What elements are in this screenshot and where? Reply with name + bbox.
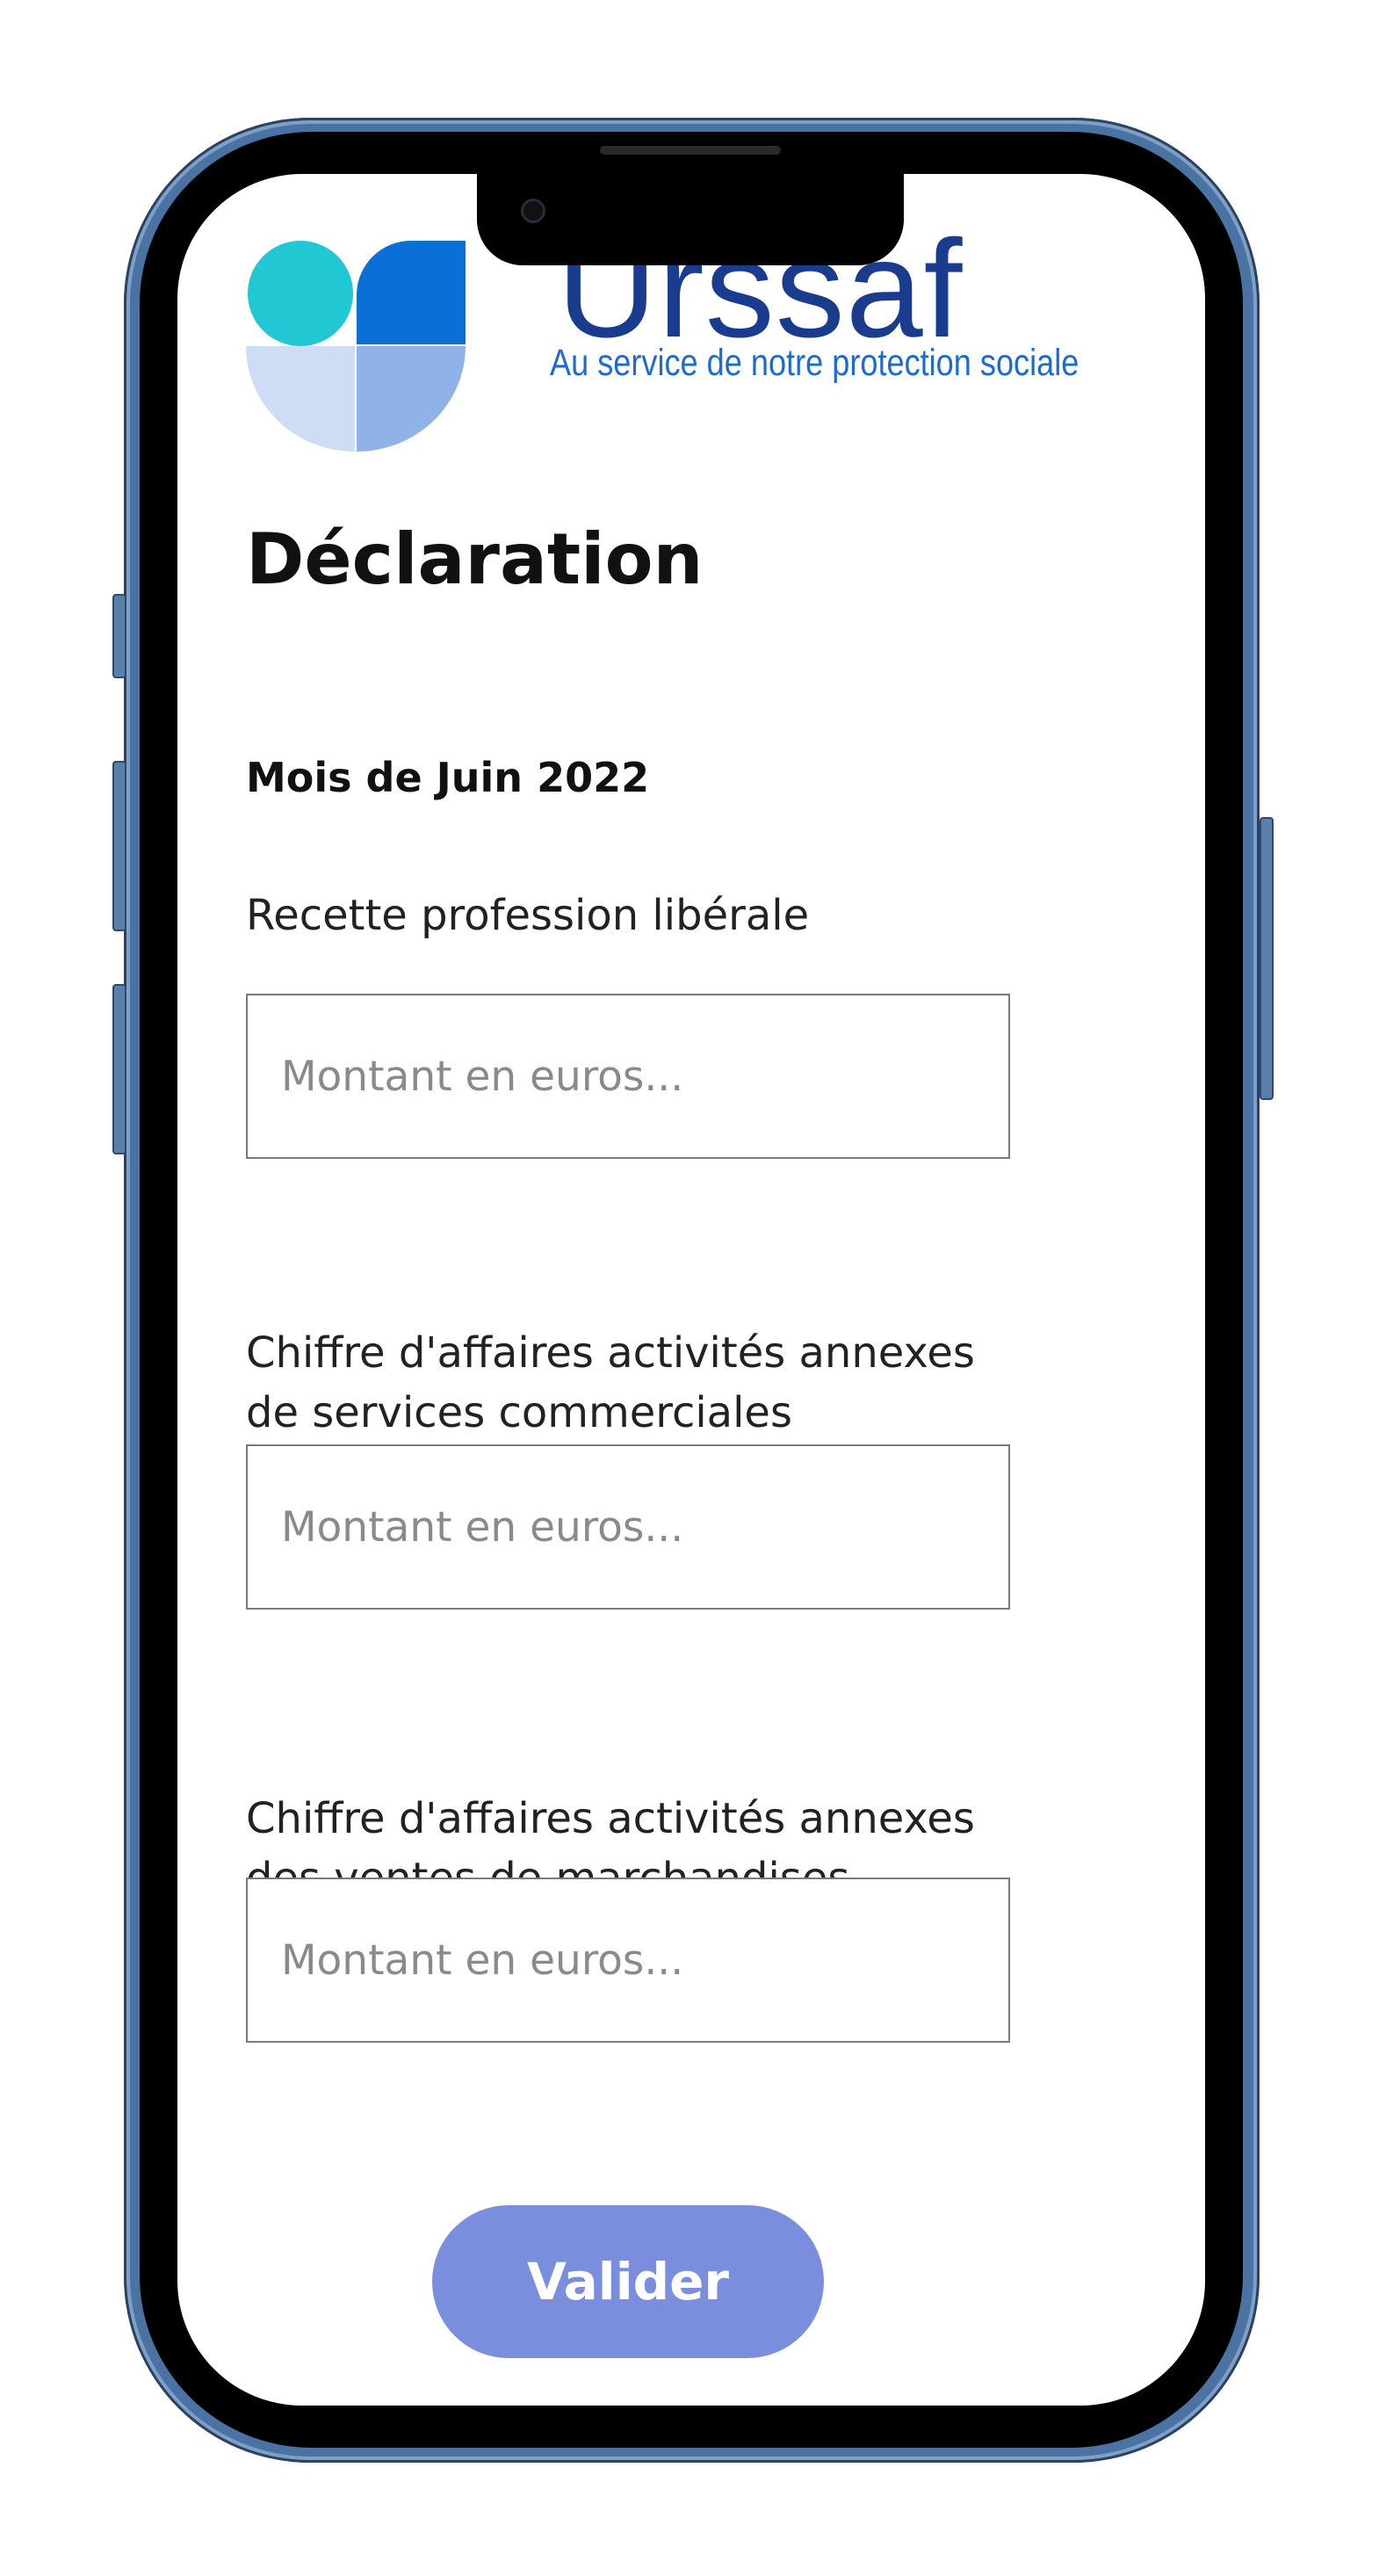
field-label-services-commerciales: Chiffre d'affaires activités annexes de …	[246, 1328, 975, 1437]
phone-screen: Urssaf Au service de notre protection so…	[177, 174, 1205, 2406]
speaker-grille	[600, 146, 781, 155]
brand-tagline: Au service de notre protection sociale	[550, 342, 1079, 384]
volume-up-button	[112, 761, 126, 931]
field-label-recette-liberale: Recette profession libérale	[246, 891, 810, 940]
recette-liberale-input[interactable]	[246, 994, 1010, 1159]
page-title: Déclaration	[246, 518, 704, 600]
action-button	[112, 594, 126, 678]
volume-down-button	[112, 984, 126, 1154]
validate-button[interactable]: Valider	[432, 2205, 824, 2358]
services-commerciales-input[interactable]	[246, 1444, 1010, 1610]
front-camera-icon	[521, 199, 545, 223]
ventes-marchandises-input[interactable]	[246, 1878, 1010, 2043]
urssaf-logo	[246, 241, 466, 452]
power-button	[1260, 817, 1274, 1100]
declaration-period: Mois de Juin 2022	[246, 754, 650, 801]
